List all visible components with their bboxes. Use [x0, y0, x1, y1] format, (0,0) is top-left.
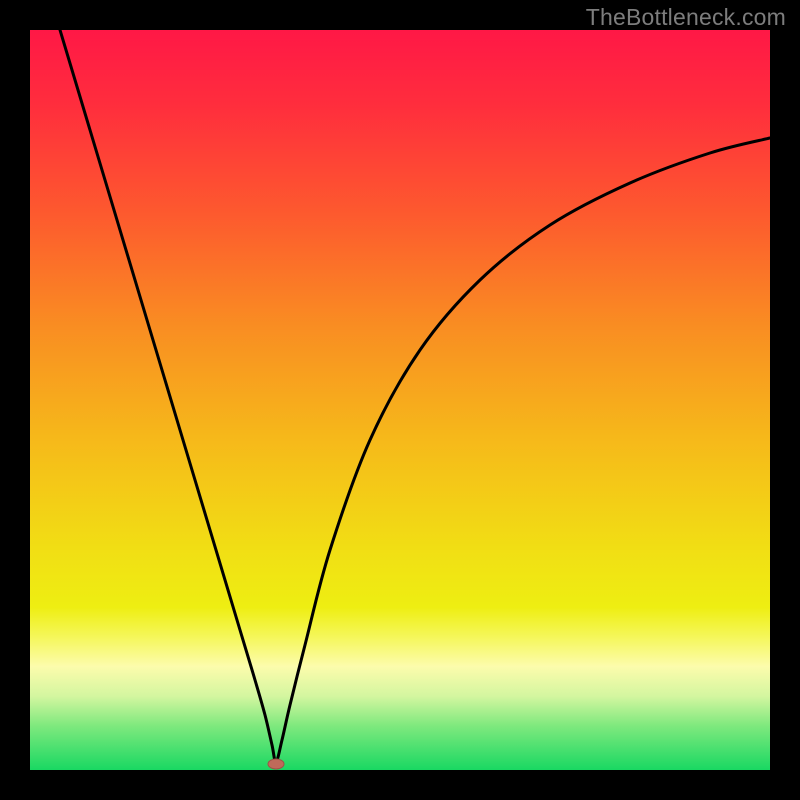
- minimum-marker: [268, 759, 284, 769]
- gradient-background: [30, 30, 770, 770]
- chart-frame: TheBottleneck.com: [0, 0, 800, 800]
- watermark-text: TheBottleneck.com: [586, 4, 786, 31]
- plot-area: [30, 30, 770, 770]
- chart-svg: [30, 30, 770, 770]
